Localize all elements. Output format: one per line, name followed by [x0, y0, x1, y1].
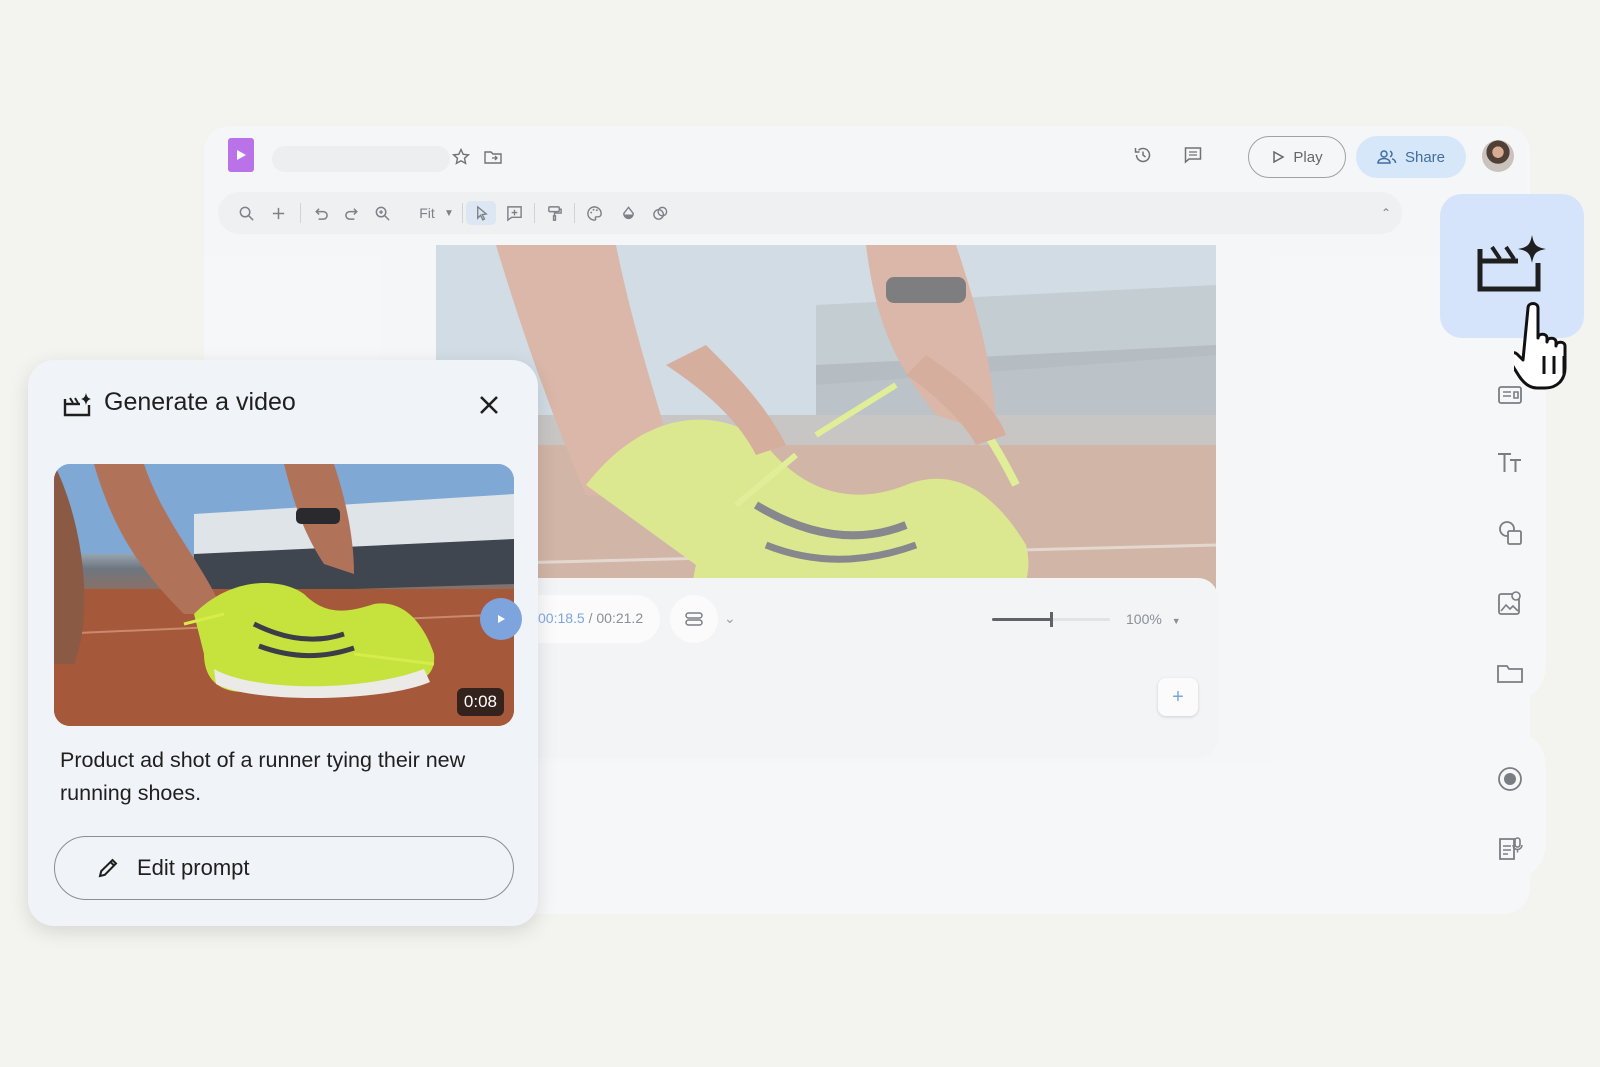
zoom-dropdown-icon[interactable]: ▼: [442, 201, 456, 225]
toolbar-divider: [574, 203, 575, 223]
zoom-icon[interactable]: [370, 201, 394, 225]
play-pause-button[interactable]: [480, 598, 522, 640]
slides-logo-icon[interactable]: [228, 138, 254, 172]
add-scene-button[interactable]: +: [1158, 678, 1198, 716]
video-thumbnail[interactable]: 0:08: [54, 464, 514, 726]
close-icon[interactable]: [474, 390, 504, 420]
comments-icon[interactable]: [1180, 142, 1206, 168]
video-thumbnail-image: [54, 464, 514, 726]
play-button[interactable]: Play: [1248, 136, 1346, 178]
prompt-text: Product ad shot of a runner tying their …: [60, 748, 466, 805]
hand-cursor-icon: [1514, 302, 1567, 390]
voiceover-script-icon[interactable]: [1493, 832, 1527, 866]
captions-button[interactable]: [670, 595, 718, 643]
timeline-zoom-dropdown-icon: ▼: [1171, 616, 1181, 626]
fill-icon[interactable]: [616, 201, 640, 225]
add-icon[interactable]: [266, 201, 290, 225]
total-time: 00:21.2: [596, 610, 644, 626]
share-label: Share: [1404, 148, 1446, 166]
select-icon[interactable]: [466, 201, 496, 225]
panel-title: Generate a video: [104, 388, 296, 416]
current-time: 00:18.5: [538, 610, 585, 626]
paint-format-icon[interactable]: [542, 201, 566, 225]
volume-slider[interactable]: [992, 612, 1110, 627]
pencil-icon: [98, 858, 118, 878]
play-icon: [1273, 150, 1285, 164]
collapse-icon[interactable]: ⌃: [1378, 201, 1394, 225]
people-icon: [1377, 150, 1397, 164]
captions-dropdown-icon[interactable]: ⌄: [724, 610, 736, 627]
text-format-icon[interactable]: [1493, 446, 1527, 480]
redo-icon[interactable]: [340, 201, 364, 225]
toolbar-divider: [462, 203, 463, 223]
generate-video-icon: [1477, 235, 1546, 292]
edit-prompt-button[interactable]: Edit prompt: [54, 836, 514, 900]
undo-icon[interactable]: [308, 201, 332, 225]
shapes-icon[interactable]: [1493, 516, 1527, 550]
image-icon[interactable]: [1493, 586, 1527, 620]
toolbar-divider: [534, 203, 535, 223]
comment-add-icon[interactable]: [502, 201, 526, 225]
document-title-field[interactable]: [272, 146, 450, 172]
generate-video-icon: [63, 393, 91, 417]
volume-slider-fill: [992, 618, 1051, 621]
avatar[interactable]: [1482, 140, 1514, 172]
edit-prompt-label: Edit prompt: [137, 855, 250, 880]
time-separator: /: [584, 610, 597, 626]
star-icon[interactable]: [448, 144, 474, 170]
editor-toolbar: Fit ▼ ⌃: [218, 192, 1402, 234]
volume-slider-knob[interactable]: [1050, 612, 1053, 627]
folder-icon[interactable]: [1493, 656, 1527, 690]
play-icon: [498, 615, 505, 623]
timeline-zoom-select[interactable]: 100% ▼: [1126, 611, 1181, 627]
mask-icon[interactable]: [648, 201, 672, 225]
record-icon[interactable]: [1493, 762, 1527, 796]
add-scene-label: +: [1172, 685, 1184, 708]
zoom-select-label: Fit: [419, 205, 435, 221]
timeline-zoom-value: 100%: [1126, 611, 1162, 627]
captions-icon: [685, 612, 703, 626]
move-to-folder-icon[interactable]: [480, 144, 506, 170]
toolbar-divider: [300, 203, 301, 223]
timecode: 00:18.5 / 00:21.2: [538, 610, 643, 626]
share-button[interactable]: Share: [1356, 136, 1466, 178]
top-bar: Play Share: [204, 126, 1530, 190]
play-label: Play: [1293, 148, 1323, 166]
version-history-icon[interactable]: [1130, 142, 1156, 168]
video-duration-badge: 0:08: [456, 688, 504, 716]
palette-icon[interactable]: [582, 201, 606, 225]
generate-video-panel: Generate a video 0:08 Product ad shot of…: [28, 360, 538, 926]
search-icon[interactable]: [234, 201, 258, 225]
